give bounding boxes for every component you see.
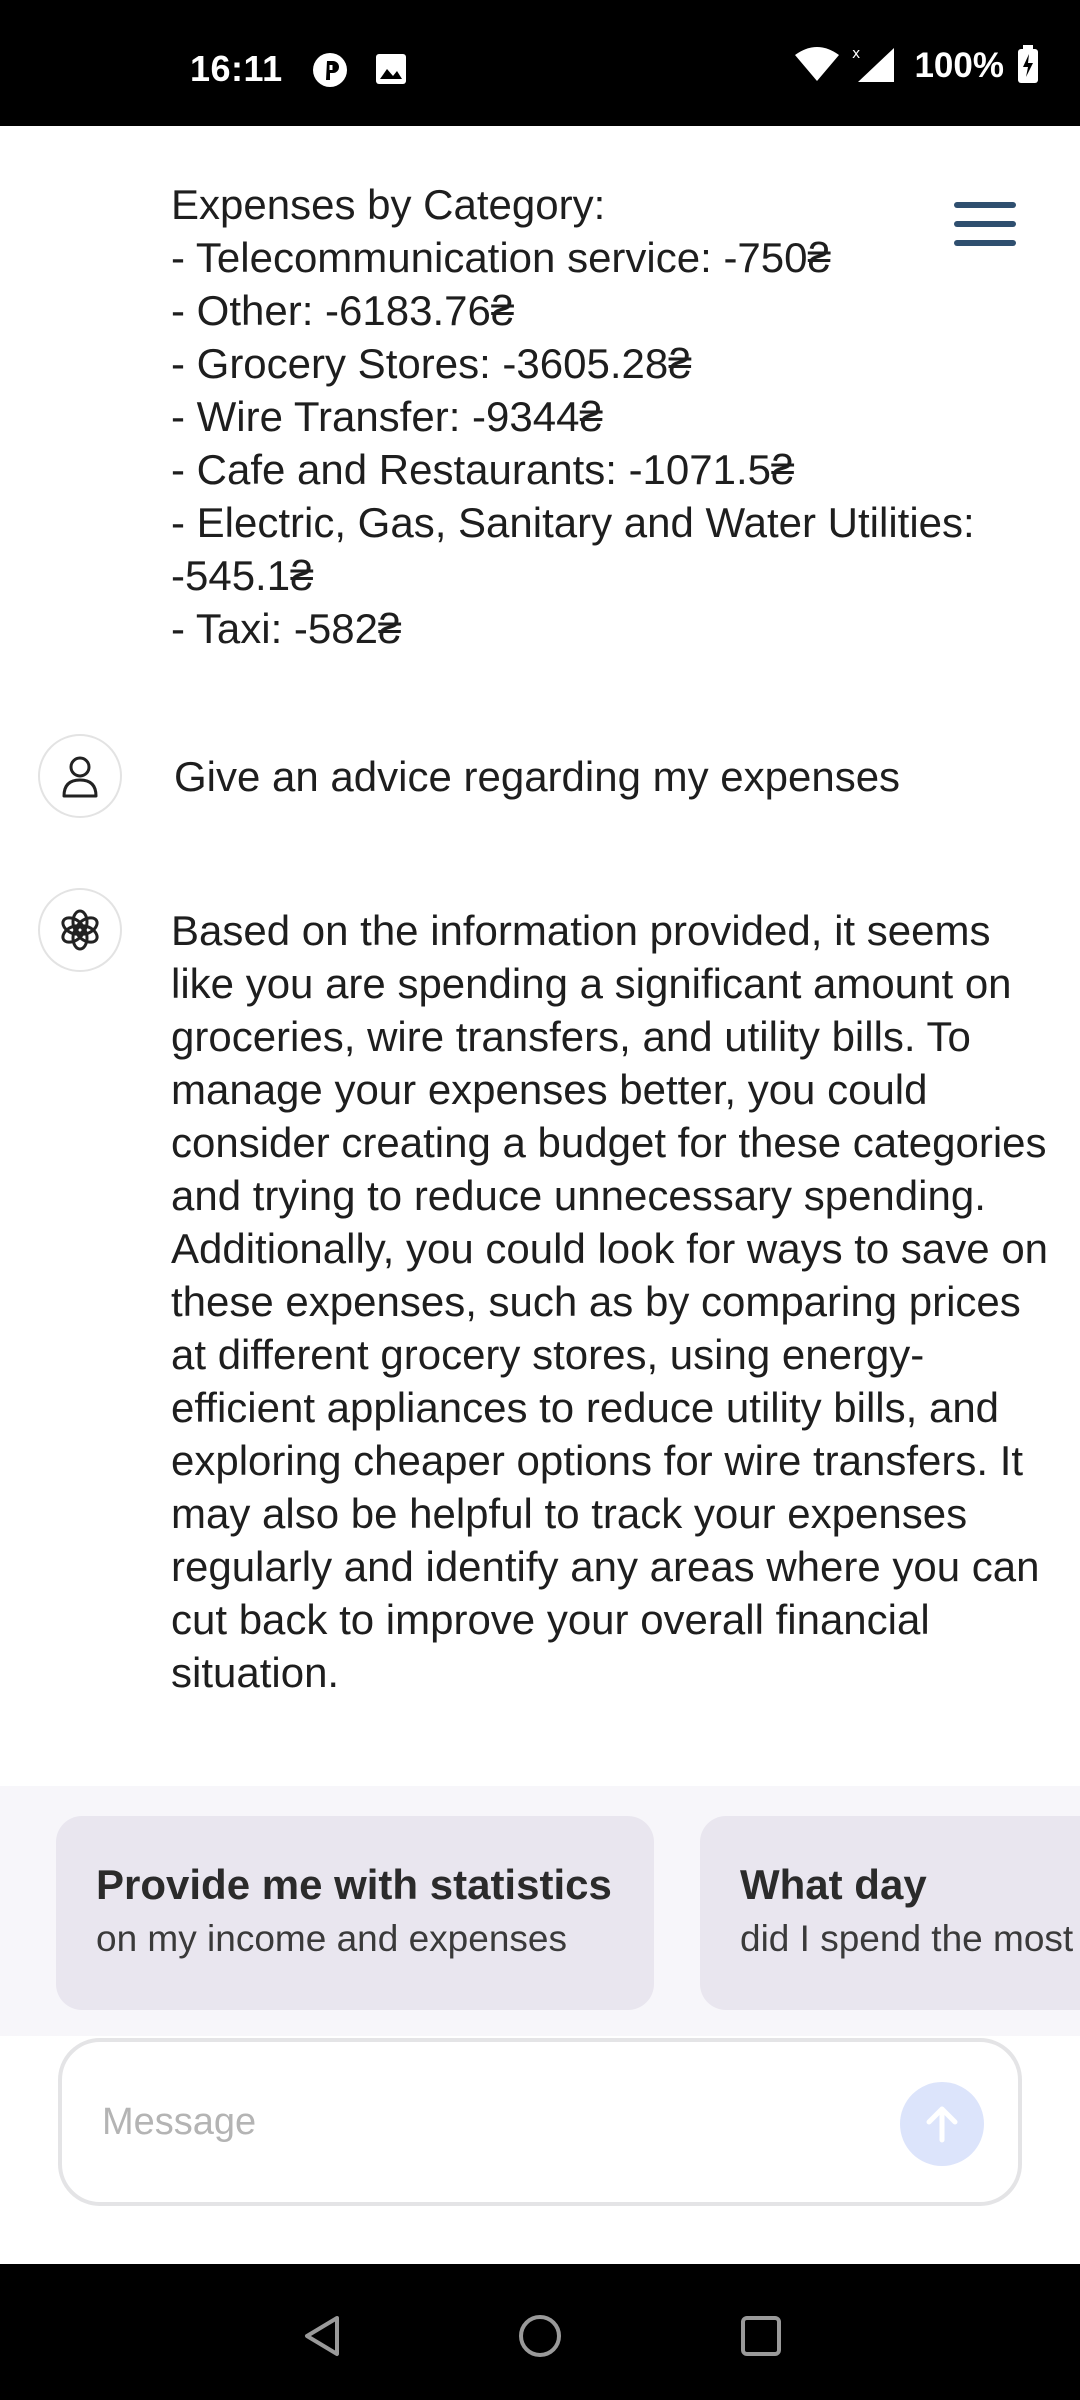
composer	[0, 2036, 1080, 2264]
suggestion-subtitle: did I spend the most	[740, 1918, 1074, 1959]
user-icon	[62, 756, 98, 798]
battery-percent: 100%	[914, 46, 1004, 85]
status-time: 16:11	[190, 48, 283, 89]
recents-button[interactable]	[731, 2306, 791, 2366]
home-button[interactable]	[510, 2306, 570, 2366]
image-icon	[374, 52, 410, 88]
suggestion-chip-spend-day[interactable]: What day did I spend the most	[700, 1816, 1080, 2010]
svg-text:x: x	[852, 46, 860, 62]
user-message: Give an advice regarding my expenses	[174, 753, 901, 800]
assistant-message: Based on the information provided, it se…	[171, 907, 1049, 1696]
user-avatar	[38, 734, 122, 818]
suggestion-title: What day	[740, 1861, 927, 1908]
back-triangle-icon	[305, 2316, 339, 2356]
menu-line	[954, 221, 1016, 227]
suggestion-chip-statistics[interactable]: Provide me with statistics on my income …	[56, 1816, 654, 2010]
suggestion-carousel[interactable]: Provide me with statistics on my income …	[0, 1786, 1080, 2036]
menu-line	[954, 240, 1016, 246]
pinterest-icon	[312, 52, 348, 88]
system-nav-bar	[0, 2264, 1080, 2400]
message-input[interactable]	[102, 2092, 882, 2152]
recents-square-icon	[741, 2316, 781, 2356]
openai-logo-icon	[61, 909, 99, 951]
back-button[interactable]	[292, 2306, 352, 2366]
send-button[interactable]	[900, 2082, 984, 2166]
arrow-up-icon	[926, 2106, 958, 2143]
chat-area[interactable]: Expenses by Category: - Telecommunicatio…	[0, 126, 1080, 1786]
suggestion-title: Provide me with statistics	[96, 1861, 612, 1908]
message-box[interactable]	[58, 2038, 1022, 2206]
status-bar: 16:11 x 100%	[0, 0, 1080, 126]
menu-line	[954, 202, 1016, 208]
signal-icon: x	[852, 44, 896, 89]
expenses-summary-message: Expenses by Category: - Telecommunicatio…	[171, 181, 975, 652]
menu-button[interactable]	[950, 196, 1020, 252]
battery-charging-icon	[1016, 44, 1040, 89]
home-circle-icon	[519, 2315, 561, 2357]
status-right: x 100%	[794, 44, 1040, 89]
assistant-avatar	[38, 888, 122, 972]
suggestion-subtitle: on my income and expenses	[96, 1918, 567, 1959]
wifi-icon	[794, 45, 840, 88]
